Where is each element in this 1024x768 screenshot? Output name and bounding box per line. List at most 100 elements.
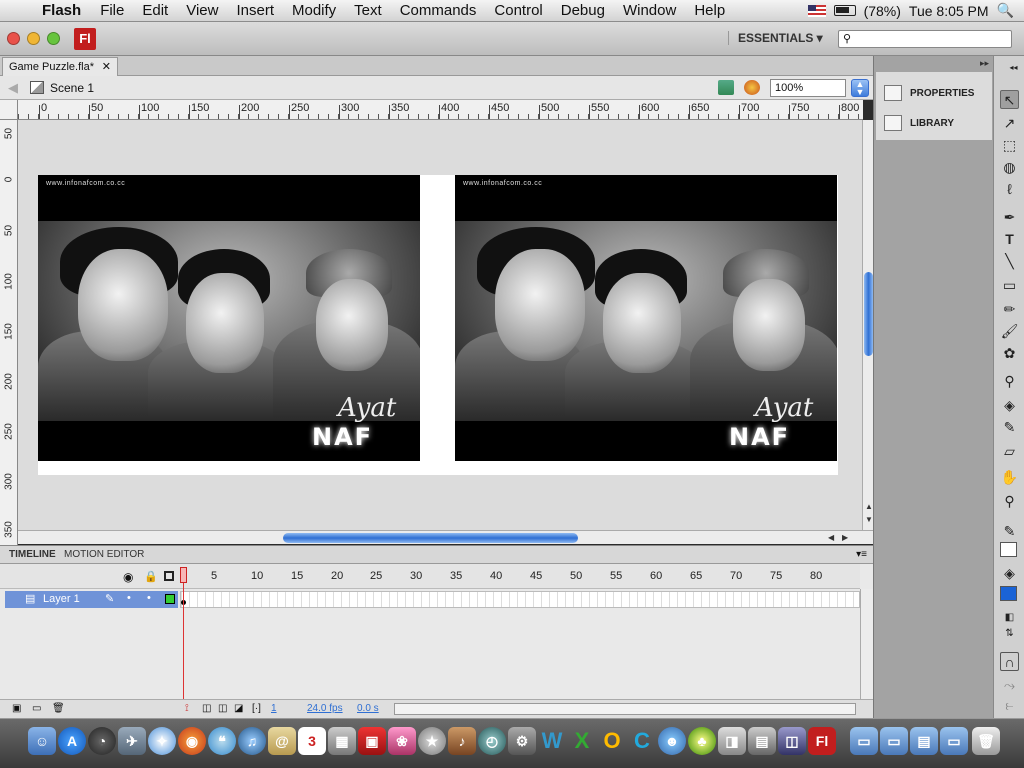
frame-rate[interactable]: 24.0 fps: [307, 703, 343, 714]
panel-menu-icon[interactable]: ▾≡: [856, 549, 867, 560]
timeline-vertical-scrollbar[interactable]: [860, 589, 873, 699]
excel-icon[interactable]: X: [568, 727, 596, 755]
rectangle-tool-icon[interactable]: ▭: [1000, 276, 1019, 295]
eraser-tool-icon[interactable]: ▱: [1000, 442, 1019, 461]
onion-outline-icon[interactable]: ◫: [218, 703, 227, 714]
ichat-icon[interactable]: ❝: [208, 727, 236, 755]
lock-dot-icon[interactable]: •: [147, 592, 151, 604]
preview-icon[interactable]: ✈: [118, 727, 146, 755]
horizontal-scroll-thumb[interactable]: [283, 533, 578, 543]
collapse-panels-icon[interactable]: ▸▸: [980, 58, 989, 69]
onion-skin-icon[interactable]: ◫: [202, 703, 211, 714]
photo-app-icon[interactable]: ▣: [358, 727, 386, 755]
pencil-tool-icon[interactable]: ✏: [1000, 300, 1019, 319]
delete-layer-icon[interactable]: 🗑: [52, 703, 65, 714]
zoom-window-icon[interactable]: [47, 32, 60, 45]
ical-icon[interactable]: 3: [298, 727, 326, 755]
word-icon[interactable]: W: [538, 727, 566, 755]
hand-tool-icon[interactable]: ✋: [1000, 468, 1019, 487]
3d-rotation-tool-icon[interactable]: ◍: [1000, 158, 1019, 177]
address-book-icon[interactable]: @: [268, 727, 296, 755]
scroll-up-icon[interactable]: ▲: [865, 502, 873, 511]
layer-name[interactable]: Layer 1: [43, 593, 80, 605]
dvd-player-icon[interactable]: ◫: [778, 727, 806, 755]
snap-to-objects-icon[interactable]: ∩: [1000, 652, 1019, 671]
outlook-icon[interactable]: O: [598, 727, 626, 755]
outline-color-icon[interactable]: [165, 594, 175, 604]
layer-row[interactable]: ▤ Layer 1 ✎ • •: [5, 591, 178, 608]
lasso-tool-icon[interactable]: ℓ: [1000, 180, 1019, 199]
frame-ruler[interactable]: 1 5 10 15 20 25 30 35 40 45 50 55 60 65 …: [178, 564, 860, 589]
menu-commands[interactable]: Commands: [391, 2, 486, 19]
tab-game-puzzle[interactable]: Game Puzzle.fla* ✕: [2, 57, 118, 76]
line-tool-icon[interactable]: ╲: [1000, 252, 1019, 271]
menu-debug[interactable]: Debug: [552, 2, 614, 19]
back-arrow-icon[interactable]: ◀: [8, 80, 18, 96]
stage-vertical-scrollbar[interactable]: ▲ ▼: [862, 120, 873, 530]
scroll-down-icon[interactable]: ▼: [865, 515, 873, 524]
fill-color-icon[interactable]: ◈: [1000, 564, 1019, 583]
workspace-switcher[interactable]: ESSENTIALS ▾: [728, 31, 823, 45]
frame-cells[interactable]: [180, 591, 860, 608]
library-panel-button[interactable]: LIBRARY: [884, 115, 954, 131]
dashboard-icon[interactable]: ◔: [88, 727, 116, 755]
zoom-tool-icon[interactable]: ⚲: [1000, 492, 1019, 511]
paint-bucket-tool-icon[interactable]: ◈: [1000, 396, 1019, 415]
eyedropper-tool-icon[interactable]: ✎: [1000, 418, 1019, 437]
vertical-scroll-thumb[interactable]: [864, 272, 873, 356]
time-machine-icon[interactable]: ◴: [478, 727, 506, 755]
onion-markers-icon[interactable]: [·]: [252, 703, 261, 714]
trash-icon[interactable]: 🗑: [972, 727, 1000, 755]
menu-edit[interactable]: Edit: [133, 2, 177, 19]
straighten-icon[interactable]: ⥼: [1000, 696, 1019, 715]
close-window-icon[interactable]: [7, 32, 20, 45]
puzzle-photo-left[interactable]: www.infonafcom.co.cc Ayat NAF: [38, 175, 420, 461]
menu-insert[interactable]: Insert: [227, 2, 283, 19]
deco-tool-icon[interactable]: ✿: [1000, 344, 1019, 363]
communicator-icon[interactable]: C: [628, 727, 656, 755]
itunes-icon[interactable]: ♫: [238, 727, 266, 755]
pasteboard[interactable]: www.infonafcom.co.cc Ayat NAF www.infona…: [18, 120, 862, 530]
menu-text[interactable]: Text: [345, 2, 391, 19]
safari-icon[interactable]: ✧: [148, 727, 176, 755]
iphoto-icon[interactable]: ❀: [388, 727, 416, 755]
menu-modify[interactable]: Modify: [283, 2, 345, 19]
scroll-left-icon[interactable]: ◀: [828, 533, 834, 542]
scene-label[interactable]: Scene 1: [50, 81, 94, 95]
menu-help[interactable]: Help: [685, 2, 734, 19]
photo-booth-icon[interactable]: ▦: [328, 727, 356, 755]
downloads-folder-icon[interactable]: ▭: [940, 727, 968, 755]
menu-app-name[interactable]: Flash: [38, 2, 91, 19]
us-flag-icon[interactable]: [807, 4, 826, 17]
finder-icon[interactable]: ☺: [28, 727, 56, 755]
stack-folder-icon[interactable]: ▤: [910, 727, 938, 755]
tab-motion-editor[interactable]: MOTION EDITOR: [64, 549, 144, 560]
tab-timeline[interactable]: TIMELINE: [9, 549, 56, 560]
menu-view[interactable]: View: [177, 2, 227, 19]
brush-tool-icon[interactable]: 🖌: [1000, 322, 1019, 341]
subselection-tool-icon[interactable]: ↗: [1000, 114, 1019, 133]
imovie-icon[interactable]: ★: [418, 727, 446, 755]
help-search-input[interactable]: ⚲: [838, 30, 1012, 48]
elapsed-time[interactable]: 0.0 s: [357, 703, 379, 714]
fill-swatch[interactable]: [1000, 586, 1017, 601]
puzzle-photo-right[interactable]: www.infonafcom.co.cc Ayat NAF: [455, 175, 837, 461]
center-frame-icon[interactable]: ⟟: [185, 703, 189, 714]
app-store-icon[interactable]: A: [58, 727, 86, 755]
minimize-window-icon[interactable]: [27, 32, 40, 45]
menu-window[interactable]: Window: [614, 2, 685, 19]
yahoo-icon[interactable]: ♣: [688, 727, 716, 755]
utility-icon[interactable]: ◨: [718, 727, 746, 755]
expand-tools-icon[interactable]: ◂◂: [1004, 58, 1023, 77]
stroke-color-icon[interactable]: ✎: [1000, 522, 1019, 541]
edit-scene-icon[interactable]: [718, 80, 734, 95]
outline-icon[interactable]: [164, 571, 174, 581]
pen-tool-icon[interactable]: ✒: [1000, 208, 1019, 227]
stroke-swatch[interactable]: [1000, 542, 1017, 557]
text-tool-icon[interactable]: T: [1000, 230, 1019, 249]
spotlight-icon[interactable]: 🔍: [997, 2, 1014, 19]
firefox-icon[interactable]: ◉: [178, 727, 206, 755]
documents-folder-icon[interactable]: ▭: [880, 727, 908, 755]
stage-horizontal-scrollbar[interactable]: ◀ ▶: [18, 530, 873, 544]
playhead[interactable]: [180, 567, 187, 583]
